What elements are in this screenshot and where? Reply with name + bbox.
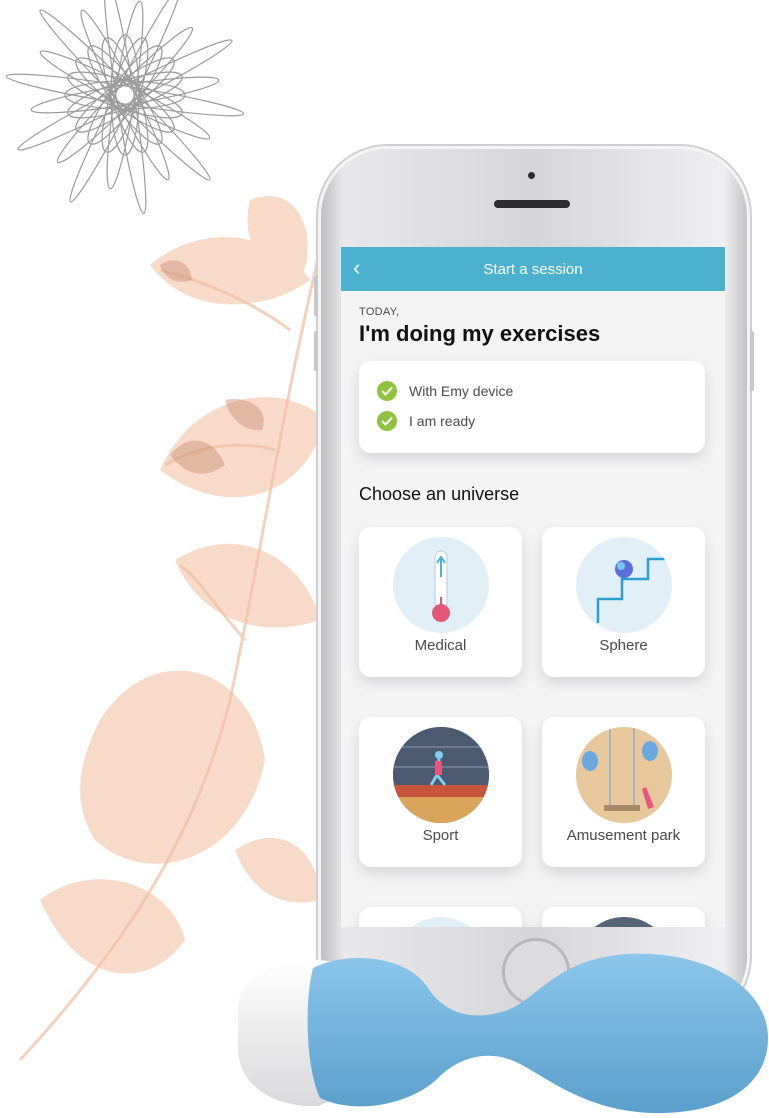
earpiece-speaker — [494, 200, 570, 208]
readiness-checklist: With Emy device I am ready — [359, 361, 705, 453]
checklist-item-label: I am ready — [409, 413, 476, 429]
universe-card[interactable] — [359, 907, 522, 927]
power-button — [750, 331, 754, 391]
thermometer-icon — [393, 537, 489, 633]
universe-card-sphere[interactable]: Sphere — [542, 527, 705, 677]
checklist-item: I am ready — [377, 411, 475, 431]
volume-button — [314, 331, 318, 371]
universe-thumbnail — [576, 917, 672, 927]
universe-label: Medical — [414, 637, 467, 654]
date-label: TODAY, — [359, 306, 400, 318]
universe-card-amusement-park[interactable]: Amusement park — [542, 717, 705, 867]
app-header: ‹ Start a session — [341, 247, 725, 291]
balloons-icon — [576, 727, 672, 823]
checklist-item: With Emy device — [377, 381, 513, 401]
universe-label: Sphere — [599, 637, 648, 654]
chevron-left-icon[interactable]: ‹ — [353, 255, 360, 281]
stairs-sphere-icon — [576, 537, 672, 633]
header-title: Start a session — [483, 260, 583, 278]
universe-card-sport[interactable]: Sport — [359, 717, 522, 867]
emy-device-image — [238, 953, 768, 1113]
check-circle-icon — [377, 411, 397, 431]
universe-label: Sport — [422, 827, 459, 844]
universe-card[interactable] — [542, 907, 705, 927]
universe-label: Amusement park — [566, 827, 681, 844]
page-title: I'm doing my exercises — [359, 321, 601, 346]
front-camera — [528, 172, 535, 179]
runner-icon — [393, 727, 489, 823]
universe-card-medical[interactable]: Medical — [359, 527, 522, 677]
universe-thumbnail — [393, 917, 489, 927]
app-screen: ‹ Start a session TODAY, I'm doing my ex… — [341, 247, 725, 927]
volume-button — [314, 276, 318, 316]
phone-frame: ‹ Start a session TODAY, I'm doing my ex… — [314, 146, 754, 1026]
checklist-item-label: With Emy device — [409, 383, 514, 399]
section-title: Choose an universe — [359, 484, 520, 504]
check-circle-icon — [377, 381, 397, 401]
